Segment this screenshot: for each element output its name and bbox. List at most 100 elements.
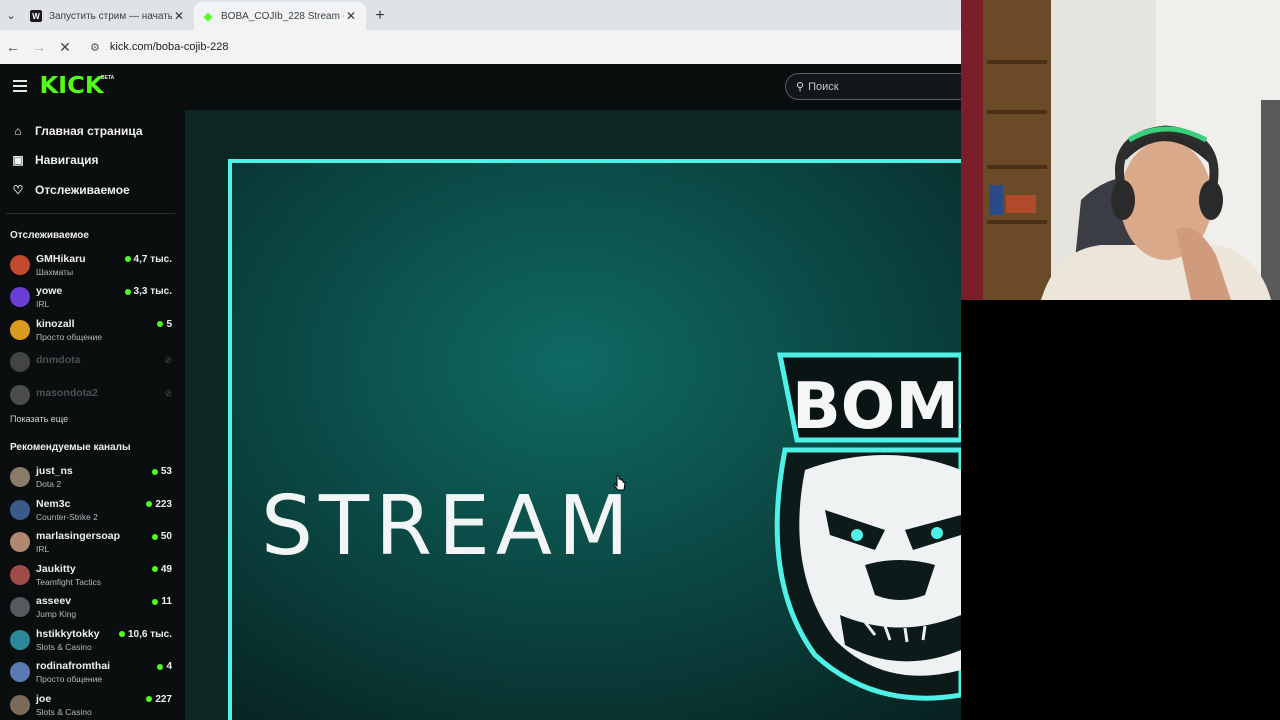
following-channel-masondota2[interactable]: masondota2 ⊘ — [0, 380, 185, 413]
avatar — [10, 499, 30, 520]
recommended-section-title: Рекомендуемые каналы — [10, 442, 131, 453]
tab-search-chevron-icon[interactable]: ⌄ — [0, 0, 22, 30]
viewer-count: 49 — [151, 563, 172, 575]
live-dot-icon — [124, 256, 131, 262]
empty-overlay-area — [961, 300, 1280, 720]
tab-go-live[interactable]: W Запустить стрим — начать пр ✕ — [22, 2, 194, 30]
following-section-title: Отслеживаемое — [10, 229, 89, 241]
live-dot-icon — [146, 696, 153, 702]
avatar — [10, 597, 30, 617]
avatar — [10, 532, 30, 552]
browse-icon: ▣ — [12, 153, 24, 168]
viewers: 50 — [160, 531, 172, 542]
divider — [6, 212, 175, 214]
viewer-count: 227 — [146, 694, 172, 705]
search-icon: ⚲ — [796, 81, 805, 93]
avatar — [10, 254, 30, 275]
main-nav: ⌂ Главная страница ▣ Навигация ♡ Отслежи… — [0, 110, 185, 205]
following-channel-kinozall[interactable]: kinozall Просто общение 5 — [0, 315, 185, 348]
live-dot-icon — [151, 566, 158, 572]
avatar — [10, 319, 30, 340]
tab-bar: ⌄ W Запустить стрим — начать пр ✕ ◈ BOBA… — [0, 0, 961, 30]
viewers: 11 — [161, 596, 172, 607]
avatar — [10, 629, 30, 650]
home-icon: ⌂ — [14, 123, 22, 138]
close-icon[interactable]: ✕ — [172, 9, 186, 23]
live-dot-icon — [118, 631, 125, 637]
site-info-icon[interactable]: ⚙ — [90, 41, 100, 54]
viewer-count: 11 — [152, 596, 172, 607]
menu-icon[interactable] — [13, 80, 27, 92]
channel-category: Slots & Casino — [36, 641, 92, 652]
tab-title: BOBA_COJIb_228 Stream - Wat — [221, 10, 344, 22]
close-icon[interactable]: ✕ — [344, 9, 358, 23]
avatar — [10, 287, 30, 307]
show-more-link[interactable]: Показать еще — [0, 414, 185, 428]
channel-category: Просто общение — [36, 331, 103, 342]
logo-text: BOMA — [792, 370, 961, 444]
live-dot-icon — [146, 501, 153, 507]
new-tab-plus-icon[interactable]: + — [366, 2, 394, 30]
viewer-count: 4,7 тыс. — [124, 254, 172, 265]
kick-logo[interactable]: KICK — [39, 73, 103, 99]
recommended-channel-rodinafromthai[interactable]: rodinafromthai Просто общение 4 — [0, 657, 185, 690]
channel-category: Шахматы — [36, 266, 74, 277]
tab-title: Запустить стрим — начать пр — [49, 10, 172, 22]
following-channel-gmhikaru[interactable]: GMHikaru Шахматы 4,7 тыс. — [0, 250, 185, 283]
avatar — [10, 662, 30, 682]
channel-category: Teamfight Tactics — [36, 576, 102, 587]
live-dot-icon — [157, 663, 164, 670]
channel-category: Slots & Casino — [36, 706, 92, 717]
recommended-channel-marlasingersoap[interactable]: marlasingersoap IRL 50 — [0, 527, 185, 560]
following-channel-dnmdota[interactable]: dnmdota ⊘ — [0, 347, 185, 380]
recommended-channel-joe[interactable]: joe Slots & Casino 227 — [0, 690, 185, 720]
recommended-channel-jaukitty[interactable]: Jaukitty Teamfight Tactics 49 — [0, 560, 185, 593]
nav-browse[interactable]: ▣ Навигация — [0, 146, 185, 176]
forward-arrow-icon[interactable]: → — [26, 34, 52, 60]
viewer-count: 53 — [151, 466, 172, 477]
url-text: kick.com/boba-cojib-228 — [109, 41, 229, 53]
viewers: 227 — [155, 693, 172, 705]
live-dot-icon — [124, 288, 131, 295]
kick-w-icon: W — [30, 10, 42, 22]
viewer-count: 50 — [151, 531, 172, 542]
recommended-channel-asseev[interactable]: asseev Jump King 11 — [0, 592, 185, 625]
avatar — [10, 384, 30, 405]
viewer-count: 4 — [157, 661, 172, 672]
recommended-list: just_ns Dota 2 53 Nem3c Counter-Strike 2… — [0, 462, 185, 720]
viewer-count: 3,3 тыс. — [124, 286, 172, 297]
live-dot-icon — [151, 468, 158, 475]
site-header: KICK BETA ⚲ — [0, 64, 961, 110]
following-channel-yowe[interactable]: yowe IRL 3,3 тыс. — [0, 282, 185, 315]
viewer-count: 223 — [146, 499, 172, 510]
live-dot-icon — [157, 321, 164, 327]
avatar — [10, 352, 30, 372]
live-dot-icon — [151, 533, 158, 540]
recommended-channel-just-ns[interactable]: just_ns Dota 2 53 — [0, 462, 185, 495]
nav-following[interactable]: ♡ Отслеживаемое — [0, 175, 185, 205]
following-list: GMHikaru Шахматы 4,7 тыс. yowe IRL 3,3 т… — [0, 250, 185, 413]
nav-label: Главная страница — [35, 123, 143, 138]
channel-name: dnmdota — [36, 354, 81, 366]
search-box[interactable]: ⚲ — [785, 73, 961, 100]
viewers: 3,3 тыс. — [133, 286, 172, 297]
url-field[interactable]: ⚙ kick.com/boba-cojib-228 — [90, 41, 229, 54]
live-dot-icon — [152, 598, 159, 605]
nav-home[interactable]: ⌂ Главная страница — [0, 116, 185, 146]
viewers: 53 — [160, 466, 172, 477]
nav-label: Отслеживаемое — [35, 182, 130, 197]
offline-icon: ⊘ — [164, 355, 172, 365]
tab-boba-stream[interactable]: ◈ BOBA_COJIb_228 Stream - Wat ✕ — [194, 2, 366, 30]
viewers: 10,6 тыс. — [127, 628, 172, 640]
recommended-channel-nem3c[interactable]: Nem3c Counter-Strike 2 223 — [0, 495, 185, 528]
channel-category: IRL — [36, 544, 50, 554]
viewers: 49 — [160, 563, 172, 575]
stop-loading-icon[interactable]: ✕ — [52, 34, 78, 60]
viewers: 5 — [166, 318, 172, 330]
search-input[interactable] — [808, 80, 949, 93]
back-arrow-icon[interactable]: ← — [0, 34, 26, 60]
video-player[interactable]: STREAM BOMA — [185, 110, 961, 720]
recommended-channel-hstikkytokky[interactable]: hstikkytokky Slots & Casino 10,6 тыс. — [0, 625, 185, 658]
beta-badge: BETA — [101, 75, 115, 81]
kick-icon: ◈ — [203, 10, 213, 23]
